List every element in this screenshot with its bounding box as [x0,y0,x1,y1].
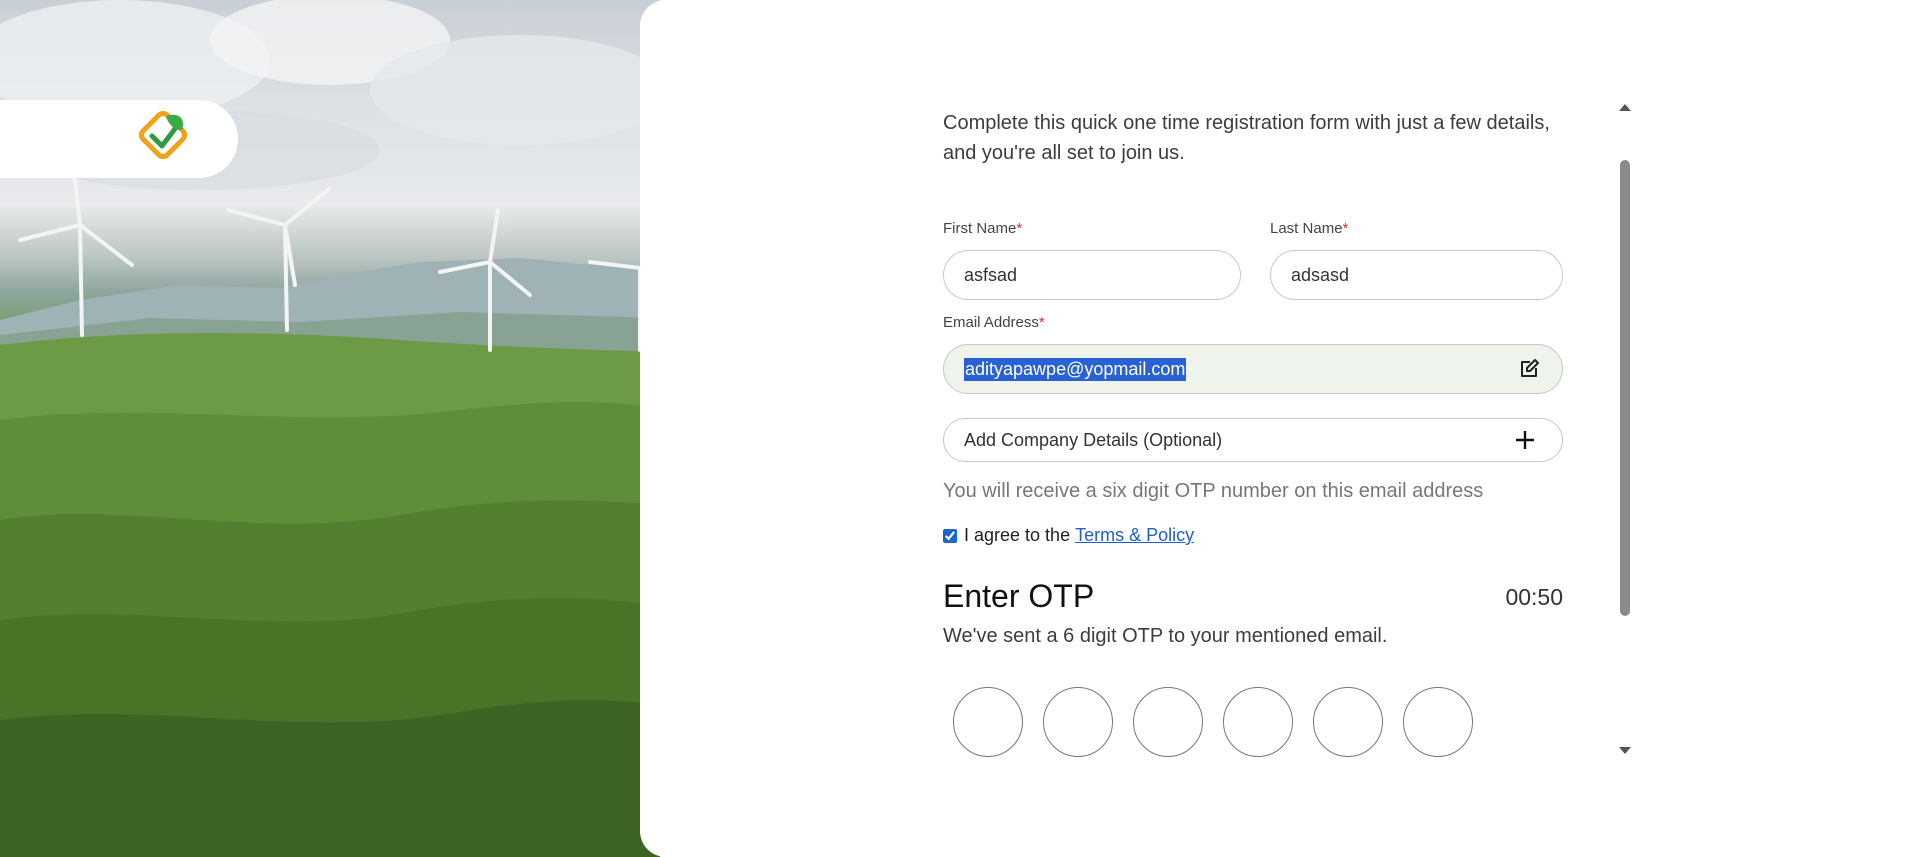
scroll-up-arrow-icon[interactable] [1619,104,1631,111]
plus-icon [1516,431,1534,449]
terms-prefix: I agree to the [964,525,1071,545]
otp-digit-4[interactable] [1223,687,1293,757]
otp-digit-5[interactable] [1313,687,1383,757]
otp-digit-2[interactable] [1043,687,1113,757]
email-label: Email Address* [943,314,1045,331]
otp-input-group [953,687,1493,759]
otp-timer: 00:50 [1505,584,1563,610]
add-company-details-button[interactable]: Add Company Details (Optional) [943,418,1563,462]
terms-agreement: I agree to the Terms & Policy [943,525,1194,546]
form-scrollbar[interactable] [1617,104,1633,754]
add-company-details-label: Add Company Details (Optional) [964,430,1223,450]
leaf-check-logo-icon [138,110,188,160]
otp-digit-3[interactable] [1133,687,1203,757]
logo-pill [0,100,238,178]
otp-digit-6[interactable] [1403,687,1473,757]
scroll-down-arrow-icon[interactable] [1619,747,1631,754]
terms-checkbox[interactable] [943,528,957,543]
edit-icon[interactable] [1518,358,1540,380]
first-name-label: First Name* [943,220,1023,237]
otp-subtitle: We've sent a 6 digit OTP to your mention… [943,625,1388,647]
otp-digit-1[interactable] [953,687,1023,757]
terms-policy-link[interactable]: Terms & Policy [1075,525,1194,546]
last-name-input[interactable] [1270,250,1563,300]
email-field[interactable]: adityapawpe@yopmail.com [943,344,1563,394]
intro-text: Complete this quick one time registratio… [943,112,1550,164]
otp-info-text: You will receive a six digit OTP number … [943,480,1484,502]
otp-title: Enter OTP [943,578,1095,614]
first-name-input[interactable] [943,250,1241,300]
email-value[interactable]: adityapawpe@yopmail.com [964,358,1187,381]
scrollbar-thumb[interactable] [1620,160,1630,616]
last-name-label: Last Name* [1270,220,1349,237]
